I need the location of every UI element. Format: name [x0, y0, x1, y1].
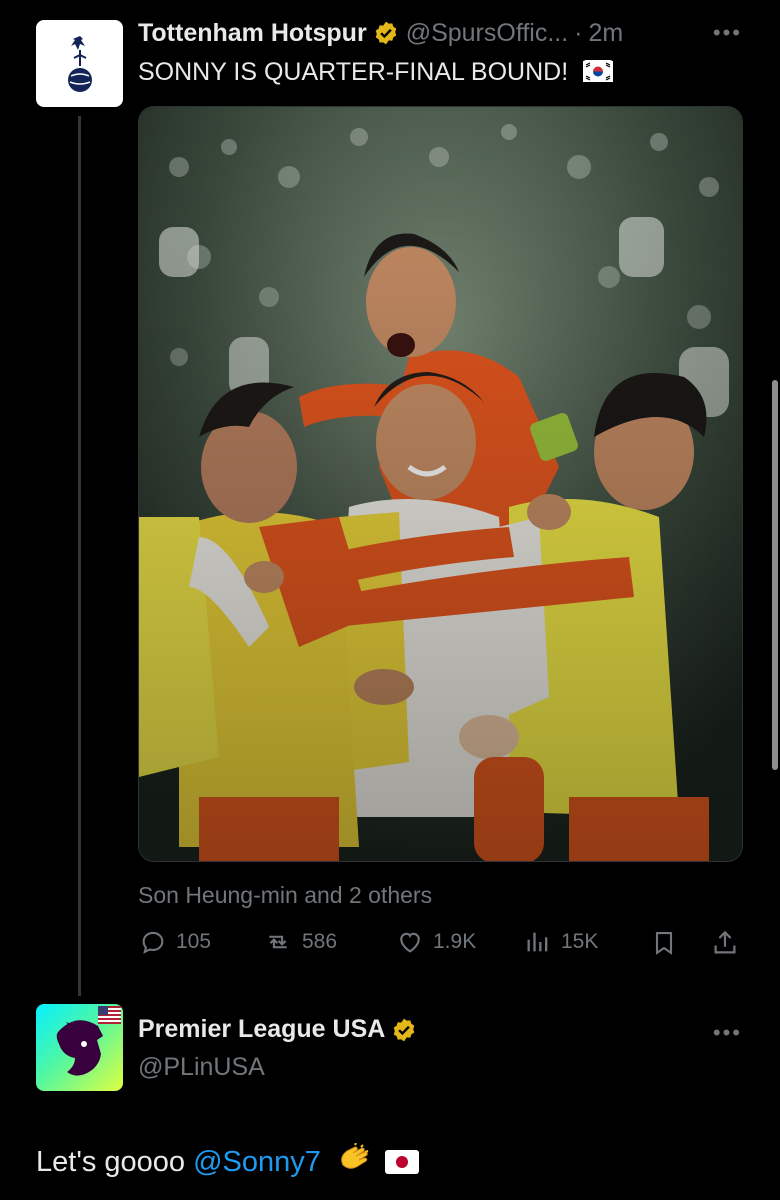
tweet1-header: Tottenham Hotspur @SpursOffic... · 2m [138, 17, 740, 49]
more-options-icon[interactable]: ••• [713, 20, 742, 46]
scrollbar[interactable] [772, 380, 778, 770]
tweet-action-bar: 105 586 1.9K 15K [138, 928, 743, 960]
premier-league-lion-logo-icon [36, 1004, 123, 1091]
separator-dot: · [574, 18, 583, 47]
reply-button[interactable]: 105 [138, 928, 211, 956]
tweet2-header: Premier League USA [138, 1015, 417, 1044]
mention-link[interactable]: @Sonny7 [193, 1146, 321, 1178]
spurs-crest-icon [67, 35, 92, 92]
share-button[interactable] [710, 928, 748, 958]
tweet2-text: Let's goooo @Sonny7 [36, 1142, 420, 1179]
share-icon [714, 930, 736, 954]
display-name[interactable]: Tottenham Hotspur [138, 19, 367, 48]
like-count: 1.9K [433, 930, 477, 953]
japan-flag-icon [385, 1150, 420, 1174]
bookmark-icon [655, 932, 673, 955]
thread-connector [78, 116, 81, 996]
retweet-button[interactable]: 586 [262, 928, 337, 956]
heart-icon [400, 932, 420, 953]
clapping-hands-icon [341, 1142, 369, 1169]
more-options-icon[interactable]: ••• [713, 1020, 742, 1046]
user-handle[interactable]: @PLinUSA [138, 1053, 265, 1082]
tagged-people[interactable]: Son Heung-min and 2 others [138, 882, 432, 909]
tottenham-avatar[interactable] [36, 20, 123, 107]
bookmark-button[interactable] [650, 928, 686, 958]
views-button[interactable]: 15K [523, 928, 598, 956]
analytics-bars-icon [527, 932, 548, 952]
reply-icon [142, 931, 164, 954]
tweet-body: Let's goooo [36, 1146, 194, 1178]
team-celebration-photo [139, 107, 742, 861]
south-korea-flag-icon [583, 60, 614, 82]
tweet-timestamp[interactable]: 2m [588, 19, 623, 48]
retweet-icon [269, 935, 287, 949]
view-count: 15K [561, 930, 599, 953]
like-button[interactable]: 1.9K [395, 928, 476, 956]
retweet-count: 586 [302, 930, 338, 953]
tweet-photo[interactable] [138, 106, 743, 862]
timeline: Tottenham Hotspur @SpursOffic... · 2m ••… [0, 0, 780, 1200]
tweet-body: SONNY IS QUARTER-FINAL BOUND! [138, 58, 569, 86]
user-handle[interactable]: @SpursOffic... [406, 19, 568, 48]
premier-league-usa-avatar[interactable] [36, 1004, 123, 1091]
display-name[interactable]: Premier League USA [138, 1015, 385, 1044]
verified-gold-badge-icon[interactable] [391, 1017, 417, 1043]
verified-gold-badge-icon[interactable] [373, 20, 399, 46]
reply-count: 105 [176, 930, 212, 953]
tweet1-text: SONNY IS QUARTER-FINAL BOUND! [138, 58, 614, 87]
